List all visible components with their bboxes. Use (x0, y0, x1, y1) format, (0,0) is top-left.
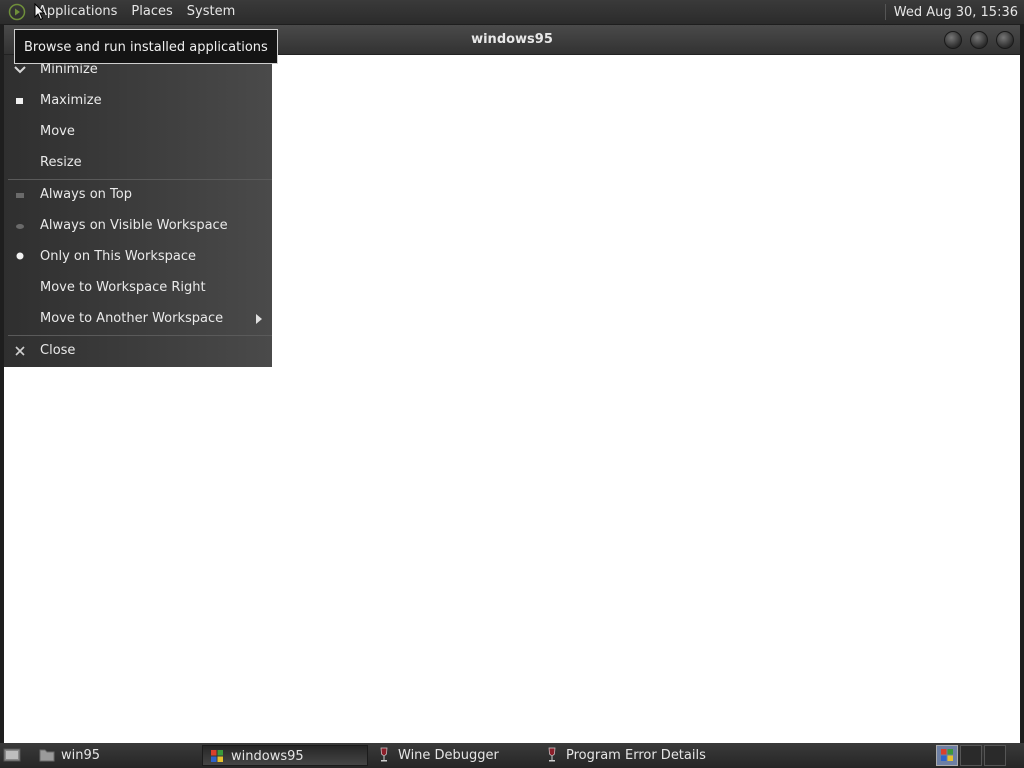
top-panel: Applications Places System Wed Aug 30, 1… (0, 0, 1024, 24)
window-menu: Minimize Maximize Move Resize Always on … (4, 55, 272, 367)
menu-item-label: Move to Workspace Right (40, 280, 206, 295)
clock[interactable]: Wed Aug 30, 15:36 (894, 5, 1024, 20)
taskbar-item-wine-debugger[interactable]: Wine Debugger (370, 745, 536, 766)
menu-item-always-on-top[interactable]: Always on Top (4, 180, 272, 210)
wine-glass-icon (548, 747, 556, 762)
taskbar-item-label: windows95 (231, 749, 304, 764)
show-desktop-icon[interactable] (3, 747, 21, 764)
radio-selected-icon (12, 250, 28, 264)
radio-unselected-icon (12, 219, 28, 233)
checkbox-unchecked-icon (12, 188, 28, 202)
menu-item-label: Always on Visible Workspace (40, 218, 228, 233)
taskbar-item-label: win95 (61, 748, 101, 763)
menu-item-label: Only on This Workspace (40, 249, 196, 264)
minimize-icon (12, 63, 28, 77)
folder-icon (39, 749, 55, 762)
bottom-panel: win95 windows95 Wine Debugger Program Er… (0, 743, 1024, 768)
menu-item-close[interactable]: Close (4, 336, 272, 366)
menu-item-label: Close (40, 343, 76, 358)
system-menu[interactable]: System (180, 0, 242, 24)
taskbar-item-program-error-details[interactable]: Program Error Details (538, 745, 738, 766)
menu-item-label: Always on Top (40, 187, 132, 202)
menu-item-label: Resize (40, 155, 82, 170)
menu-item-move[interactable]: Move (4, 117, 272, 147)
workspace-switcher-2[interactable] (960, 745, 982, 766)
wine-glass-icon (380, 747, 388, 762)
windows-logo-icon (211, 750, 223, 762)
menu-item-always-on-visible-workspace[interactable]: Always on Visible Workspace (4, 211, 272, 241)
maximize-icon (12, 94, 28, 108)
minimize-window-button[interactable] (944, 31, 962, 49)
menu-item-move-to-workspace-right[interactable]: Move to Workspace Right (4, 273, 272, 303)
menu-item-label: Maximize (40, 93, 102, 108)
close-window-button[interactable] (996, 31, 1014, 49)
maximize-window-button[interactable] (970, 31, 988, 49)
taskbar-item-label: Program Error Details (566, 748, 706, 763)
menu-item-move-to-another-workspace[interactable]: Move to Another Workspace (4, 304, 272, 334)
workspace-switcher-3[interactable] (984, 745, 1006, 766)
taskbar-item-label: Wine Debugger (398, 748, 499, 763)
menu-item-only-on-this-workspace[interactable]: Only on This Workspace (4, 242, 272, 272)
menu-item-label: Move (40, 124, 75, 139)
workspace-switcher-active[interactable] (936, 745, 958, 766)
taskbar-item-win95[interactable]: win95 (33, 745, 199, 766)
taskbar-item-windows95[interactable]: windows95 (202, 745, 368, 766)
close-icon (12, 344, 28, 358)
desktop: Applications Places System Wed Aug 30, 1… (0, 0, 1024, 768)
windows-logo-icon (941, 749, 953, 761)
tooltip: Browse and run installed applications (14, 29, 278, 64)
mouse-cursor-icon (34, 3, 46, 21)
panel-separator (884, 4, 886, 20)
applications-menu-icon[interactable] (7, 2, 27, 22)
menu-item-maximize[interactable]: Maximize (4, 86, 272, 116)
menu-item-resize[interactable]: Resize (4, 148, 272, 178)
places-menu[interactable]: Places (124, 0, 179, 24)
menu-item-label: Move to Another Workspace (40, 311, 224, 326)
submenu-arrow-icon (256, 314, 262, 324)
